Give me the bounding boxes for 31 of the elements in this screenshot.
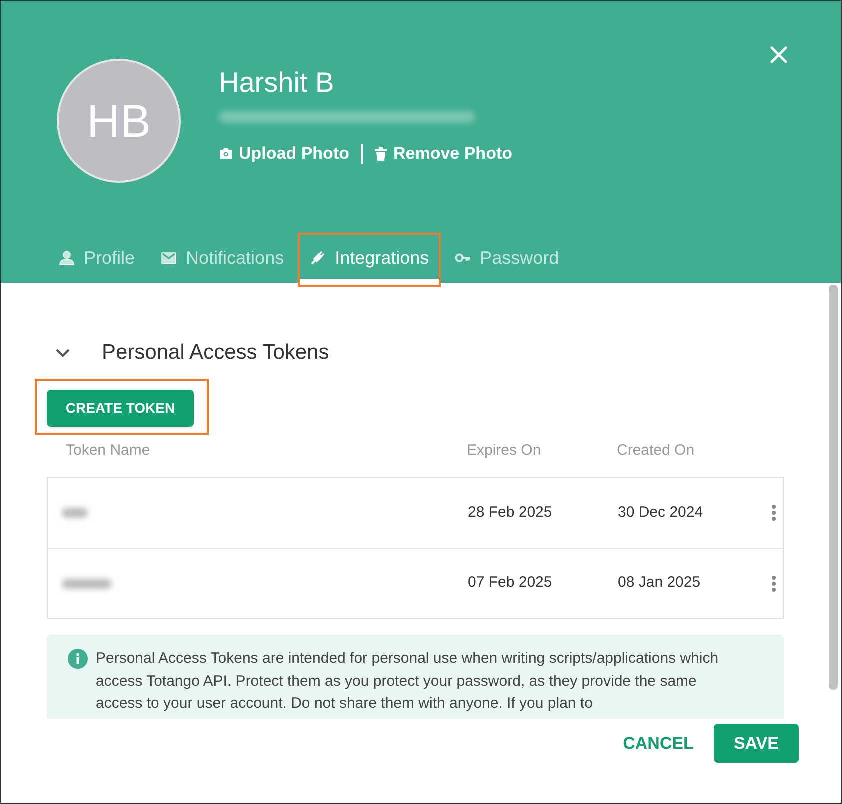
column-header: Expires On (467, 442, 542, 459)
save-button[interactable]: SAVE (714, 724, 799, 763)
plug-icon (310, 250, 326, 266)
table-cell: 08 Jan 2025 (618, 574, 701, 592)
create-token-button[interactable]: CREATE TOKEN (47, 390, 194, 427)
column-header: Token Name (66, 442, 150, 459)
upload-photo-link[interactable]: Upload Photo (219, 141, 350, 166)
remove-photo-link[interactable]: Remove Photo (375, 141, 513, 166)
tab[interactable]: Profile (49, 237, 146, 283)
trash-icon (375, 146, 388, 161)
table-cell: 30 Dec 2024 (618, 504, 704, 521)
info-icon (68, 649, 88, 669)
table-cell: 28 Feb 2025 (468, 504, 552, 521)
column-header: Created On (617, 442, 695, 459)
tab[interactable]: Integrations (300, 237, 440, 283)
scrollbar[interactable] (829, 285, 838, 690)
redacted-token-name (62, 508, 88, 518)
info-text: Personal Access Tokens are intended for personal use when writing scripts/applications which access Totango API. Protect them as you protect your password, as they provide the same access to your user account. Do not share them with anyone. If you plan to (96, 649, 720, 714)
table-cell: 07 Feb 2025 (468, 574, 552, 592)
more-icon[interactable] (771, 504, 777, 522)
avatar-initials: HB (87, 94, 151, 148)
camera-icon (219, 147, 233, 160)
person-icon (59, 250, 75, 266)
envelope-icon (161, 250, 178, 266)
user-name: Harshit B (219, 66, 336, 100)
more-icon[interactable] (771, 574, 777, 592)
tab[interactable]: Notifications (151, 237, 294, 283)
cancel-button[interactable]: CANCEL (623, 724, 694, 763)
redacted-token-name (62, 578, 112, 588)
tab[interactable]: Password (445, 237, 570, 283)
section-title: Personal Access Tokens (102, 340, 330, 366)
